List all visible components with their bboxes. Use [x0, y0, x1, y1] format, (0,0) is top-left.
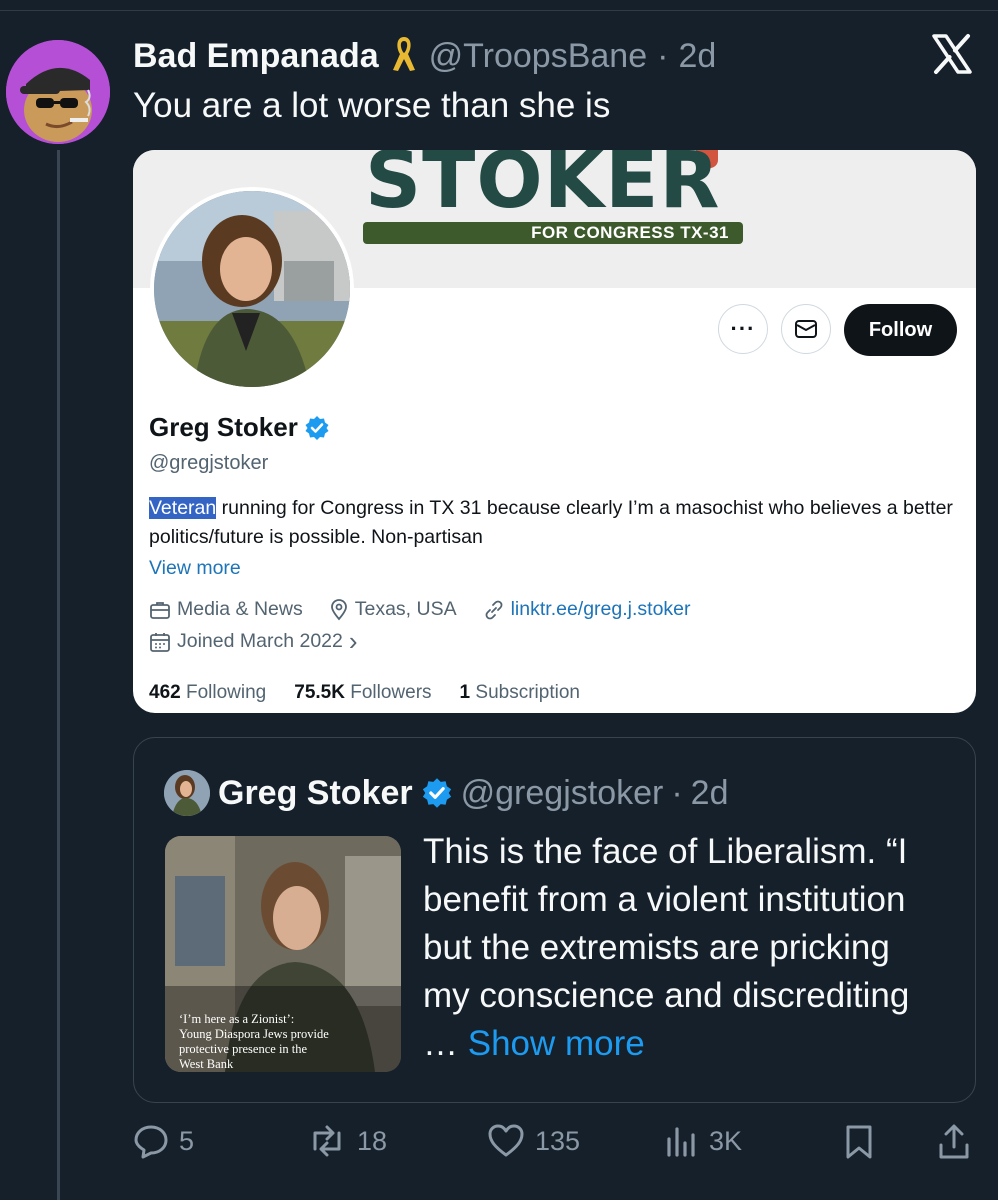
quoted-author-name: Greg Stoker: [218, 773, 413, 812]
more-options-button[interactable]: ···: [718, 304, 768, 354]
tweet-header: Bad Empanada @TroopsBane · 2d: [133, 34, 716, 79]
tweet-text: You are a lot worse than she is: [133, 86, 611, 125]
following-stat: 462 Following: [149, 682, 267, 703]
quoted-author-handle: @gregjstoker: [460, 773, 664, 812]
profile-handle: @gregjstoker: [149, 452, 269, 474]
message-button[interactable]: [781, 304, 831, 354]
x-logo-icon[interactable]: [930, 32, 974, 76]
yellow-ribbon-icon: [389, 34, 419, 79]
top-divider: [0, 10, 998, 11]
quoted-tweet-text: This is the face of Liberalism. “I benef…: [423, 832, 910, 1063]
quoted-tweet-image[interactable]: ‘I’m here as a Zionist’: Young Diaspora …: [165, 836, 401, 1072]
mail-icon: [795, 320, 817, 338]
followers-stat: 75.5K Followers: [294, 682, 432, 703]
profile-location: Texas, USA: [354, 598, 457, 620]
reply-icon: [134, 1125, 168, 1159]
more-label: ···: [730, 316, 756, 341]
profile-bio: Veteran running for Congress in TX 31 be…: [149, 494, 969, 552]
action-bar: 5 18 135 3K: [133, 1123, 973, 1167]
banner-subtitle: FOR CONGRESS TX-31: [363, 222, 743, 244]
subscription-stat: 1 Subscription: [459, 682, 580, 703]
separator-dot: ·: [657, 37, 669, 75]
author-name[interactable]: Bad Empanada: [133, 37, 379, 76]
profile-joined: Joined March 2022: [177, 630, 343, 652]
follow-button[interactable]: Follow: [844, 304, 957, 356]
profile-avatar: [150, 187, 354, 391]
verified-badge-icon: [422, 778, 451, 808]
profile-meta: Media & News Texas, USA linktr.ee/greg.j…: [149, 598, 691, 621]
thread-line: [57, 150, 60, 1200]
profile-category: Media & News: [177, 598, 303, 620]
profile-link: linktr.ee/greg.j.stoker: [510, 598, 691, 620]
calendar-icon: [150, 632, 170, 652]
share-button[interactable]: [937, 1123, 971, 1161]
bio-highlight: Veteran: [149, 497, 217, 519]
bookmark-button[interactable]: [843, 1123, 875, 1161]
author-handle[interactable]: @TroopsBane: [429, 37, 647, 76]
share-icon: [939, 1124, 969, 1159]
chevron-right-icon: ›: [348, 626, 358, 656]
profile-stats: 462 Following 75.5K Followers 1 Subscrip…: [149, 682, 580, 704]
profile-joined-row: Joined March 2022 ›: [149, 626, 358, 656]
reply-button[interactable]: 5: [133, 1123, 194, 1159]
profile-card-image[interactable]: STOKER FOR CONGRESS TX-31 ··· Follow Gre…: [133, 150, 976, 713]
like-count: 135: [535, 1125, 581, 1156]
view-more-link: View more: [149, 557, 241, 579]
image-caption: ‘I’m here as a Zionist’: Young Diaspora …: [179, 1012, 329, 1071]
quoted-tweet-time: 2d: [690, 773, 729, 812]
views-button[interactable]: 3K: [665, 1123, 742, 1159]
views-count: 3K: [709, 1125, 743, 1156]
repost-icon: [313, 1125, 341, 1157]
quoted-author-avatar: [164, 770, 210, 816]
tweet-time[interactable]: 2d: [678, 37, 716, 76]
heart-icon: [488, 1124, 524, 1157]
author-avatar[interactable]: [6, 40, 110, 144]
separator-dot: ·: [671, 773, 683, 812]
repost-button[interactable]: 18: [307, 1123, 387, 1159]
quoted-tweet-header: Greg Stoker @gregjstoker · 2d: [164, 770, 729, 816]
bookmark-icon: [846, 1125, 872, 1159]
reply-count: 5: [179, 1125, 195, 1156]
show-more-link[interactable]: Show more: [468, 1024, 645, 1063]
briefcase-icon: [150, 601, 170, 619]
profile-name-row: Greg Stoker: [149, 412, 330, 443]
like-button[interactable]: 135: [487, 1123, 580, 1159]
profile-name: Greg Stoker: [149, 412, 298, 442]
banner-title: STOKER: [365, 150, 721, 226]
link-icon: [485, 600, 503, 619]
verified-badge-icon: [305, 415, 329, 440]
views-icon: [667, 1127, 695, 1157]
location-pin-icon: [330, 598, 347, 620]
bio-text: running for Congress in TX 31 because cl…: [149, 497, 953, 548]
repost-count: 18: [357, 1125, 388, 1156]
quoted-tweet[interactable]: Greg Stoker @gregjstoker · 2d ‘I’m here …: [133, 737, 976, 1103]
